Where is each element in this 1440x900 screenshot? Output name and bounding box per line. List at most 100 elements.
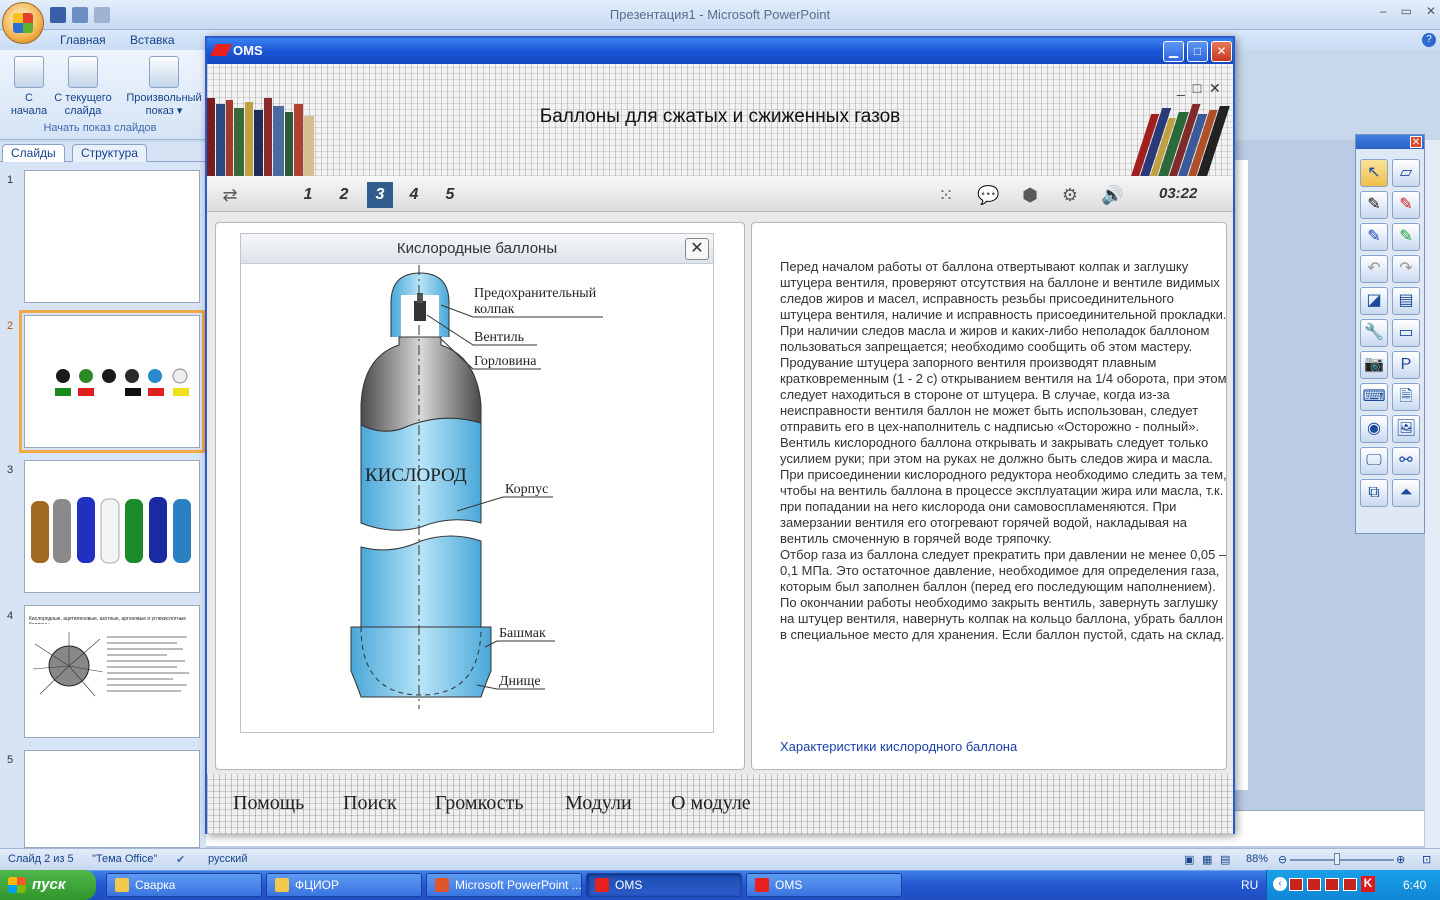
undo-arrow-icon[interactable]: ↶: [1360, 255, 1388, 283]
settings-gear-icon[interactable]: ⚙: [1059, 184, 1081, 206]
menu-volume[interactable]: Громкость: [435, 792, 524, 815]
blank-page-icon[interactable]: ▤: [1392, 287, 1420, 315]
vertical-scrollbar[interactable]: [1424, 140, 1440, 848]
instructions-text: Перед началом работы от баллона отвертыв…: [780, 259, 1228, 643]
redo-arrow-icon[interactable]: ↷: [1392, 255, 1420, 283]
page-4[interactable]: 4: [401, 182, 427, 208]
monitor-icon[interactable]: 🖵: [1360, 447, 1388, 475]
oms-maximize-button[interactable]: □: [1187, 41, 1208, 62]
minimize-icon[interactable]: –: [1380, 4, 1387, 18]
document-icon[interactable]: 🗎: [1392, 383, 1420, 411]
pen-toolbar-close-icon[interactable]: ✕: [1410, 136, 1422, 148]
antivirus-icon[interactable]: K: [1361, 876, 1375, 892]
zoom-level[interactable]: 88%: [1246, 853, 1268, 865]
task-fcior[interactable]: ФЦИОР: [266, 873, 422, 897]
tray-app-icon[interactable]: [1307, 878, 1321, 891]
office-button[interactable]: [2, 2, 44, 44]
close-icon[interactable]: ✕: [1426, 4, 1436, 18]
tab-slides[interactable]: Слайды: [2, 144, 65, 162]
slide-thumbnail-1[interactable]: [24, 170, 200, 303]
task-label: OMS: [775, 878, 803, 892]
start-button[interactable]: пуск: [0, 870, 96, 900]
page-1[interactable]: 1: [295, 182, 321, 208]
whiteboard-icon[interactable]: ▭: [1392, 319, 1420, 347]
zoom-out-icon[interactable]: ⊖: [1278, 853, 1287, 866]
clock: 6:40: [1403, 878, 1427, 892]
task-oms-1[interactable]: OMS: [586, 873, 742, 897]
task-svarka[interactable]: Сварка: [106, 873, 262, 897]
help-bubble-icon[interactable]: 💬: [977, 184, 999, 206]
help-icon[interactable]: ?: [1422, 33, 1436, 47]
screen-capture-icon[interactable]: ◪: [1360, 287, 1388, 315]
header-close-icon[interactable]: ✕: [1209, 80, 1221, 96]
page-2[interactable]: 2: [331, 182, 357, 208]
cube-icon[interactable]: ⬢: [1019, 184, 1041, 206]
eraser-icon[interactable]: ▱: [1392, 159, 1420, 187]
text-panel: Перед началом работы от баллона отвертыв…: [751, 222, 1227, 770]
undo-icon[interactable]: [72, 7, 88, 23]
slide-thumbnail-3[interactable]: [24, 460, 200, 593]
slide-thumbnail-5[interactable]: [24, 750, 200, 848]
from-current-button[interactable]: С текущего слайда: [52, 56, 114, 118]
tray-app-icon[interactable]: [1325, 878, 1339, 891]
ppt-icon[interactable]: P: [1392, 351, 1420, 379]
grid-menu-icon[interactable]: ⁙: [935, 184, 957, 206]
refresh-icon[interactable]: ⇄: [219, 184, 241, 206]
characteristics-link[interactable]: Характеристики кислородного баллона: [780, 739, 1017, 754]
from-start-button[interactable]: С начала: [8, 56, 50, 118]
header-minimize-icon[interactable]: _: [1177, 80, 1185, 96]
fit-slide-icon[interactable]: ⊡: [1422, 853, 1431, 866]
restore-icon[interactable]: ▭: [1401, 4, 1412, 18]
tab-home[interactable]: Главная: [60, 33, 106, 47]
zoom-slider-knob[interactable]: [1334, 853, 1340, 865]
page-5[interactable]: 5: [437, 182, 463, 208]
tray-expand-icon[interactable]: ‹: [1273, 877, 1287, 891]
task-powerpoint[interactable]: Microsoft PowerPoint ...: [426, 873, 582, 897]
menu-search[interactable]: Поиск: [343, 792, 397, 815]
tools-wrench-icon[interactable]: 🔧: [1360, 319, 1388, 347]
pen-black-icon[interactable]: ✎: [1360, 191, 1388, 219]
zoom-in-icon[interactable]: ⊕: [1396, 853, 1405, 866]
spotlight-icon[interactable]: ◉: [1360, 415, 1388, 443]
camera-icon[interactable]: 📷: [1360, 351, 1388, 379]
oms-close-button[interactable]: ✕: [1211, 41, 1232, 62]
page-3-active[interactable]: 3: [367, 182, 393, 208]
language-indicator[interactable]: RU: [1241, 878, 1258, 892]
tray-app-icon[interactable]: [1289, 878, 1303, 891]
menu-help[interactable]: Помощь: [233, 792, 304, 815]
slide-thumbnail-4[interactable]: Кислородные, ацетиленовые, азотные, арго…: [24, 605, 200, 738]
volume-icon[interactable]: 🔊: [1101, 184, 1123, 206]
illustration-close-button[interactable]: ✕: [685, 238, 709, 260]
zoom-slider[interactable]: [1290, 859, 1394, 861]
pen-green-icon[interactable]: ✎: [1392, 223, 1420, 251]
paragraph: Продувание штуцера запорного вентиля про…: [780, 355, 1227, 434]
custom-show-button[interactable]: Произвольный показ ▾: [122, 56, 206, 118]
oms-minimize-button[interactable]: ▁: [1163, 41, 1184, 62]
redo-icon[interactable]: [94, 7, 110, 23]
collapse-icon[interactable]: ⏶: [1392, 479, 1420, 507]
tab-outline[interactable]: Структура: [72, 144, 147, 162]
tab-insert[interactable]: Вставка: [130, 33, 175, 47]
task-oms-2[interactable]: OMS: [746, 873, 902, 897]
save-icon[interactable]: [50, 7, 66, 23]
menu-modules[interactable]: Модули: [565, 792, 632, 815]
view-show-icon[interactable]: ▤: [1220, 853, 1230, 866]
view-sorter-icon[interactable]: ▦: [1202, 853, 1212, 866]
layers-icon[interactable]: ⧉: [1360, 479, 1388, 507]
spellcheck-icon[interactable]: ✔: [176, 853, 185, 866]
menu-about[interactable]: О модуле: [671, 792, 751, 815]
image-icon[interactable]: 🖼: [1392, 415, 1420, 443]
custom-show-icon: [149, 56, 179, 88]
select-arrow-icon[interactable]: ↖: [1360, 159, 1388, 187]
tray-app-icon[interactable]: [1343, 878, 1357, 891]
keyboard-icon[interactable]: ⌨: [1360, 383, 1388, 411]
header-restore-icon[interactable]: □: [1193, 80, 1201, 96]
status-language[interactable]: русский: [208, 853, 247, 865]
pen-blue-icon[interactable]: ✎: [1360, 223, 1388, 251]
pen-red-icon[interactable]: ✎: [1392, 191, 1420, 219]
oms-titlebar[interactable]: OMS ▁ □ ✕: [207, 38, 1233, 64]
view-normal-icon[interactable]: ▣: [1184, 853, 1194, 866]
network-icon[interactable]: ⚯: [1392, 447, 1420, 475]
oms-icon: [595, 878, 609, 892]
slide-thumbnail-2[interactable]: [19, 310, 205, 453]
